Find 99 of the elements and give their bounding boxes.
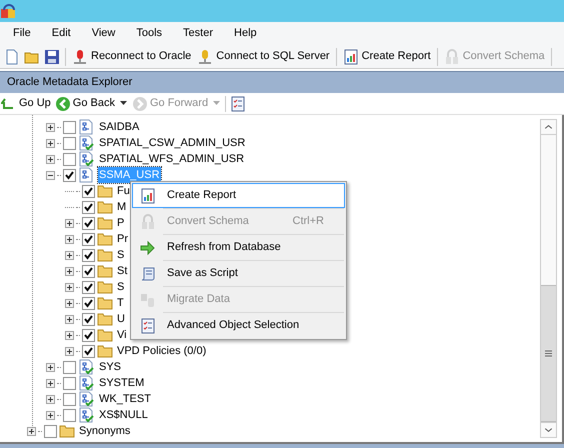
expand-icon[interactable] — [46, 154, 55, 164]
tree-item-label[interactable]: Synonyms — [79, 422, 130, 440]
scrollbar[interactable] — [540, 119, 557, 438]
tree-item-label[interactable]: S — [117, 246, 124, 264]
expand-icon[interactable] — [65, 346, 74, 356]
scroll-thumb[interactable] — [541, 285, 556, 422]
expand-icon[interactable] — [46, 394, 55, 404]
expand-icon[interactable] — [46, 138, 55, 148]
menu-item[interactable]: File — [13, 25, 31, 42]
app-icon — [1, 3, 17, 19]
tree-item-label[interactable]: WK_TEST — [98, 390, 152, 408]
checkbox[interactable] — [82, 232, 95, 246]
expand-icon[interactable] — [65, 314, 74, 324]
expand-icon[interactable] — [46, 378, 55, 388]
tree-item-label[interactable]: Vi — [117, 326, 127, 344]
tree-item-label[interactable]: SYSTEM — [98, 374, 146, 392]
tree-item-label[interactable]: Fu — [117, 182, 130, 200]
tree-item-label[interactable]: U — [117, 310, 125, 328]
folder-icon — [97, 263, 113, 279]
folder-icon — [97, 199, 113, 215]
menu-item[interactable]: Tools — [136, 25, 162, 42]
expand-icon[interactable] — [46, 410, 55, 420]
folder-icon — [97, 295, 113, 311]
tree-item-label[interactable]: P — [117, 214, 124, 232]
collapse-icon[interactable] — [46, 170, 55, 180]
checkbox[interactable] — [82, 216, 95, 230]
checkbox[interactable] — [44, 424, 57, 438]
new-document-icon[interactable] — [4, 48, 20, 64]
tree-item-label[interactable]: XS$NULL — [98, 406, 149, 424]
expand-icon[interactable] — [65, 330, 74, 340]
shortcut-label: Ctrl+R — [292, 214, 324, 230]
checkbox[interactable] — [82, 344, 95, 358]
checkbox[interactable] — [63, 168, 76, 182]
checkbox[interactable] — [82, 200, 95, 214]
nav-button[interactable]: Go Back — [54, 95, 115, 112]
tree-item-label[interactable]: SPATIAL_WFS_ADMIN_USR — [98, 150, 246, 168]
expand-icon[interactable] — [65, 250, 74, 260]
checkbox[interactable] — [63, 152, 76, 166]
tree-item-label[interactable]: SYS — [98, 358, 122, 376]
folder-icon — [97, 231, 113, 247]
folder-icon — [97, 279, 113, 295]
checkbox[interactable] — [82, 184, 95, 198]
context-menu-item[interactable]: Advanced Object Selection — [132, 313, 345, 338]
tree-item-label[interactable]: SAIDBA — [98, 118, 140, 136]
folder-icon — [97, 327, 113, 343]
folder-icon — [97, 311, 113, 327]
nav-button[interactable]: Go Up — [1, 95, 51, 112]
checkbox[interactable] — [63, 360, 76, 374]
checklist-icon[interactable] — [140, 318, 156, 334]
expand-icon[interactable] — [46, 362, 55, 372]
scroll-icon — [140, 266, 156, 282]
panel-title: Oracle Metadata Explorer — [7, 75, 132, 90]
tree-item-label[interactable]: VPD Policies (0/0) — [117, 342, 206, 360]
menu-item[interactable]: Edit — [52, 25, 71, 42]
toolbar-button[interactable]: Create Report — [342, 48, 432, 65]
folder-icon — [97, 343, 113, 359]
tree-item-label[interactable]: M — [117, 198, 126, 216]
checkbox[interactable] — [63, 136, 76, 150]
expand-icon[interactable] — [65, 218, 74, 228]
folder-icon — [97, 247, 113, 263]
folder-icon — [97, 215, 113, 231]
menu-item[interactable]: Help — [234, 25, 257, 42]
expand-icon[interactable] — [65, 298, 74, 308]
expand-icon[interactable] — [46, 122, 55, 132]
checkbox[interactable] — [82, 248, 95, 262]
save-icon[interactable] — [44, 48, 60, 64]
tree-item-label[interactable]: St — [117, 262, 128, 280]
folder-icon — [59, 423, 75, 439]
checkbox[interactable] — [63, 120, 76, 134]
toolbar-button[interactable]: Connect to SQL Server — [196, 48, 331, 65]
checkbox[interactable] — [82, 296, 95, 310]
checkbox[interactable] — [63, 376, 76, 390]
checkbox[interactable] — [82, 312, 95, 326]
report-icon — [342, 48, 359, 64]
toolbar-button[interactable]: Reconnect to Oracle — [71, 48, 192, 65]
expand-icon[interactable] — [65, 282, 74, 292]
checkbox[interactable] — [63, 392, 76, 406]
checkbox[interactable] — [82, 264, 95, 278]
checkbox[interactable] — [82, 328, 95, 342]
expand-icon[interactable] — [65, 234, 74, 244]
checkbox[interactable] — [63, 408, 76, 422]
context-menu-item[interactable]: Refresh from Database — [132, 235, 345, 260]
padlock-icon — [444, 48, 460, 64]
tree-item-label[interactable]: SPATIAL_CSW_ADMIN_USR — [98, 134, 246, 152]
context-menu-item[interactable]: Create Report — [132, 183, 345, 208]
context-menu-item[interactable]: Save as Script — [132, 261, 345, 286]
tree-item-label[interactable]: T — [117, 294, 124, 312]
expand-icon[interactable] — [27, 426, 36, 436]
menu-item[interactable]: Tester — [183, 25, 214, 42]
checklist-icon[interactable] — [230, 96, 246, 112]
menu-item[interactable]: View — [92, 25, 116, 42]
report-icon — [140, 188, 156, 204]
arrow-icon — [140, 240, 156, 256]
checkbox[interactable] — [82, 280, 95, 294]
expand-icon[interactable] — [65, 266, 74, 276]
tree-item-label[interactable]: Pr — [117, 230, 128, 248]
dropdown-arrow-icon[interactable] — [118, 101, 128, 106]
padlock-icon — [140, 214, 156, 230]
tree-item-label[interactable]: S — [117, 278, 124, 296]
